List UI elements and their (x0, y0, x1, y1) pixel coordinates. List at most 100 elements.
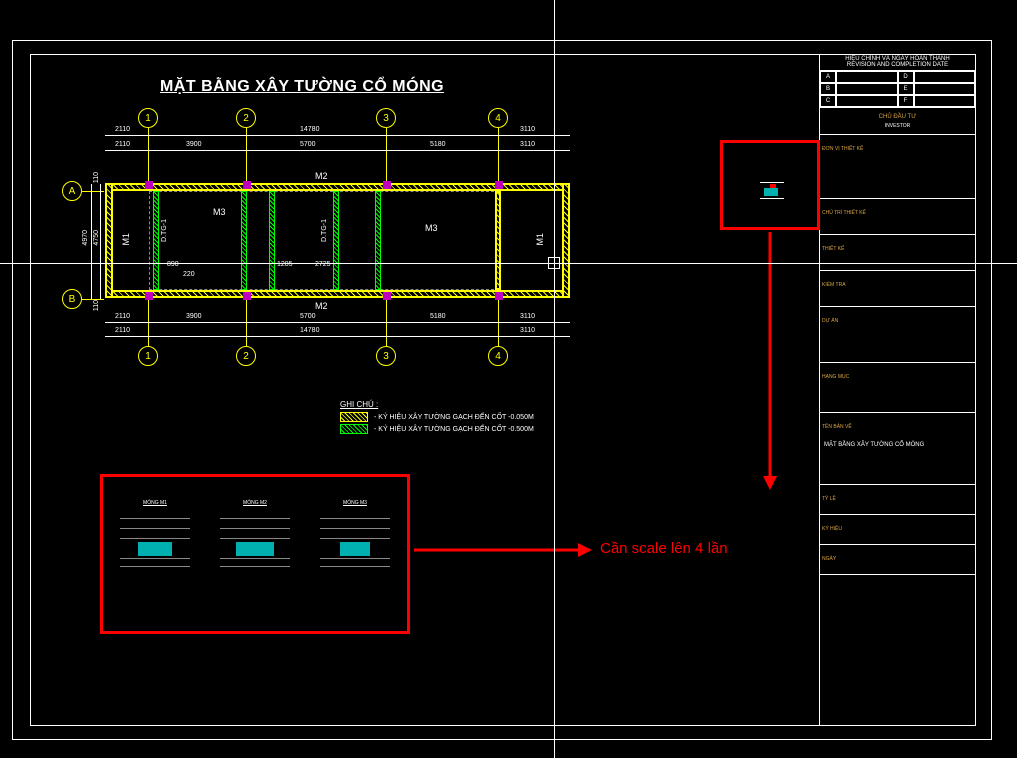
column-marker (495, 292, 503, 300)
column-marker (383, 181, 391, 189)
dim-text: 5700 (300, 313, 316, 320)
wall-left (105, 183, 113, 298)
drawing-notes: GHI CHÚ : - KÝ HIỆU XÂY TƯỜNG GẠCH ĐẾN C… (340, 400, 534, 436)
label-m3-b: M3 (425, 223, 438, 233)
legend-row-1: - KÝ HIỆU XÂY TƯỜNG GẠCH ĐẾN CỐT -0.050M (340, 412, 534, 422)
dim-text: 5180 (430, 141, 446, 148)
dim-text: 4750 (93, 230, 100, 246)
grid-bubble-1-top: 1 (138, 108, 158, 128)
green-wall (375, 191, 381, 290)
dim-line (105, 322, 570, 323)
dim-text: 2110 (115, 141, 130, 148)
tb-scale: TỶ LỆ (820, 485, 975, 515)
crosshair-vertical (554, 0, 555, 758)
dim-text: 14780 (300, 327, 319, 334)
column-marker (243, 181, 251, 189)
detail-group[interactable]: MÓNG M1 MÓNG M2 MÓNG M3 (120, 500, 390, 580)
tb-project: DỰ ÁN (820, 307, 975, 363)
detail-m1: MÓNG M1 (120, 500, 190, 580)
dim-text: 14780 (300, 126, 319, 133)
label-dtg2: D.TG-1 (321, 219, 328, 242)
grid-bubble-3-top: 3 (376, 108, 396, 128)
dim-line (105, 336, 570, 337)
dim-line (100, 184, 101, 299)
grid-bubble-3-bot: 3 (376, 346, 396, 366)
tb-owner: CHỦ ĐẦU TƯ INVESTOR (820, 108, 975, 135)
tb-footer (820, 575, 975, 625)
dim-text: 3110 (520, 327, 535, 334)
column-marker (495, 181, 503, 189)
green-wall (269, 191, 275, 290)
tb-lead: CHỦ TRÌ THIẾT KẾ (820, 199, 975, 235)
column-marker (145, 181, 153, 189)
wall-inner-y (495, 191, 501, 290)
detail-m3: MÓNG M3 (320, 500, 390, 580)
label-m2-bot: M2 (315, 301, 328, 311)
grid-bubble-b: B (62, 289, 82, 309)
dim-text: 5180 (430, 313, 446, 320)
label-m2-top: M2 (315, 171, 328, 181)
dim-text: 4970 (82, 230, 89, 246)
grid-leader (498, 128, 499, 184)
tb-check: KIỂM TRA (820, 271, 975, 307)
green-wall (333, 191, 339, 290)
annotation-arrow-down (760, 232, 780, 492)
grid-bubble-4-bot: 4 (488, 346, 508, 366)
dim-text: 5700 (300, 141, 316, 148)
door-opening-2 (280, 233, 310, 241)
notes-heading: GHI CHÚ : (340, 400, 534, 409)
grid-bubble-2-top: 2 (236, 108, 256, 128)
grid-leader (386, 300, 387, 346)
grid-bubble-4-top: 4 (488, 108, 508, 128)
annotation-arrow-right (414, 540, 594, 560)
cursor-pickbox (548, 257, 560, 269)
drawing-title: MẶT BẰNG XÂY TƯỜNG CỔ MÓNG (160, 78, 444, 96)
annotation-text: Cần scale lên 4 lần (600, 540, 728, 557)
dim-text: 3110 (520, 313, 535, 320)
crosshair-horizontal (0, 263, 1017, 264)
dim-text: 2110 (115, 313, 130, 320)
column-marker (145, 292, 153, 300)
legend-swatch-green (340, 424, 368, 434)
grid-bubble-1-bot: 1 (138, 346, 158, 366)
grid-leader (148, 300, 149, 346)
wall-right (562, 183, 570, 298)
dim-text: 3110 (520, 126, 535, 133)
legend-swatch-yellow (340, 412, 368, 422)
green-wall (241, 191, 247, 290)
tb-designer: ĐƠN VỊ THIẾT KẾ (820, 135, 975, 199)
dim-text: 110 (93, 300, 100, 311)
tb-revision-grid: AD BE CF (820, 71, 975, 108)
grid-leader (498, 300, 499, 346)
grid-leader (148, 128, 149, 184)
tb-code: KÝ HIỆU (820, 515, 975, 545)
grid-leader (246, 300, 247, 346)
tb-drawing-name: TÊN BẢN VẼ MẶT BẰNG XÂY TƯỜNG CỔ MÓNG (820, 413, 975, 485)
label-m3-a: M3 (213, 207, 226, 217)
detail-m2: MÓNG M2 (220, 500, 290, 580)
small-detail[interactable] (758, 178, 788, 204)
label-m1-left: M1 (121, 233, 131, 246)
grid-leader (246, 128, 247, 184)
column-marker (383, 292, 391, 300)
label-m1-right: M1 (535, 233, 545, 246)
dim-text: 110 (93, 172, 100, 183)
dim-text: 2110 (115, 327, 130, 334)
column-marker (243, 292, 251, 300)
dim-text: 3110 (520, 141, 535, 148)
dim-line (105, 135, 570, 136)
tb-item: HẠNG MỤC (820, 363, 975, 413)
dim-door1-off: 220 (183, 271, 195, 278)
dim-line (91, 184, 92, 299)
dim-text: 3900 (186, 141, 202, 148)
legend-row-2: - KÝ HIỆU XÂY TƯỜNG GẠCH ĐẾN CỐT -0.500M (340, 424, 534, 434)
grid-bubble-a: A (62, 181, 82, 201)
dim-text: 3900 (186, 313, 202, 320)
tb-date: NGÀY (820, 545, 975, 575)
foundation-plan[interactable]: M1 M1 M2 M2 M3 M3 D.TG-1 D.TG-1 890 220 … (105, 183, 570, 298)
dim-text: 2110 (115, 126, 130, 133)
label-dtg1: D.TG-1 (161, 219, 168, 242)
grid-leader (386, 128, 387, 184)
tb-design: THIẾT KẾ (820, 235, 975, 271)
grid-bubble-2-bot: 2 (236, 346, 256, 366)
